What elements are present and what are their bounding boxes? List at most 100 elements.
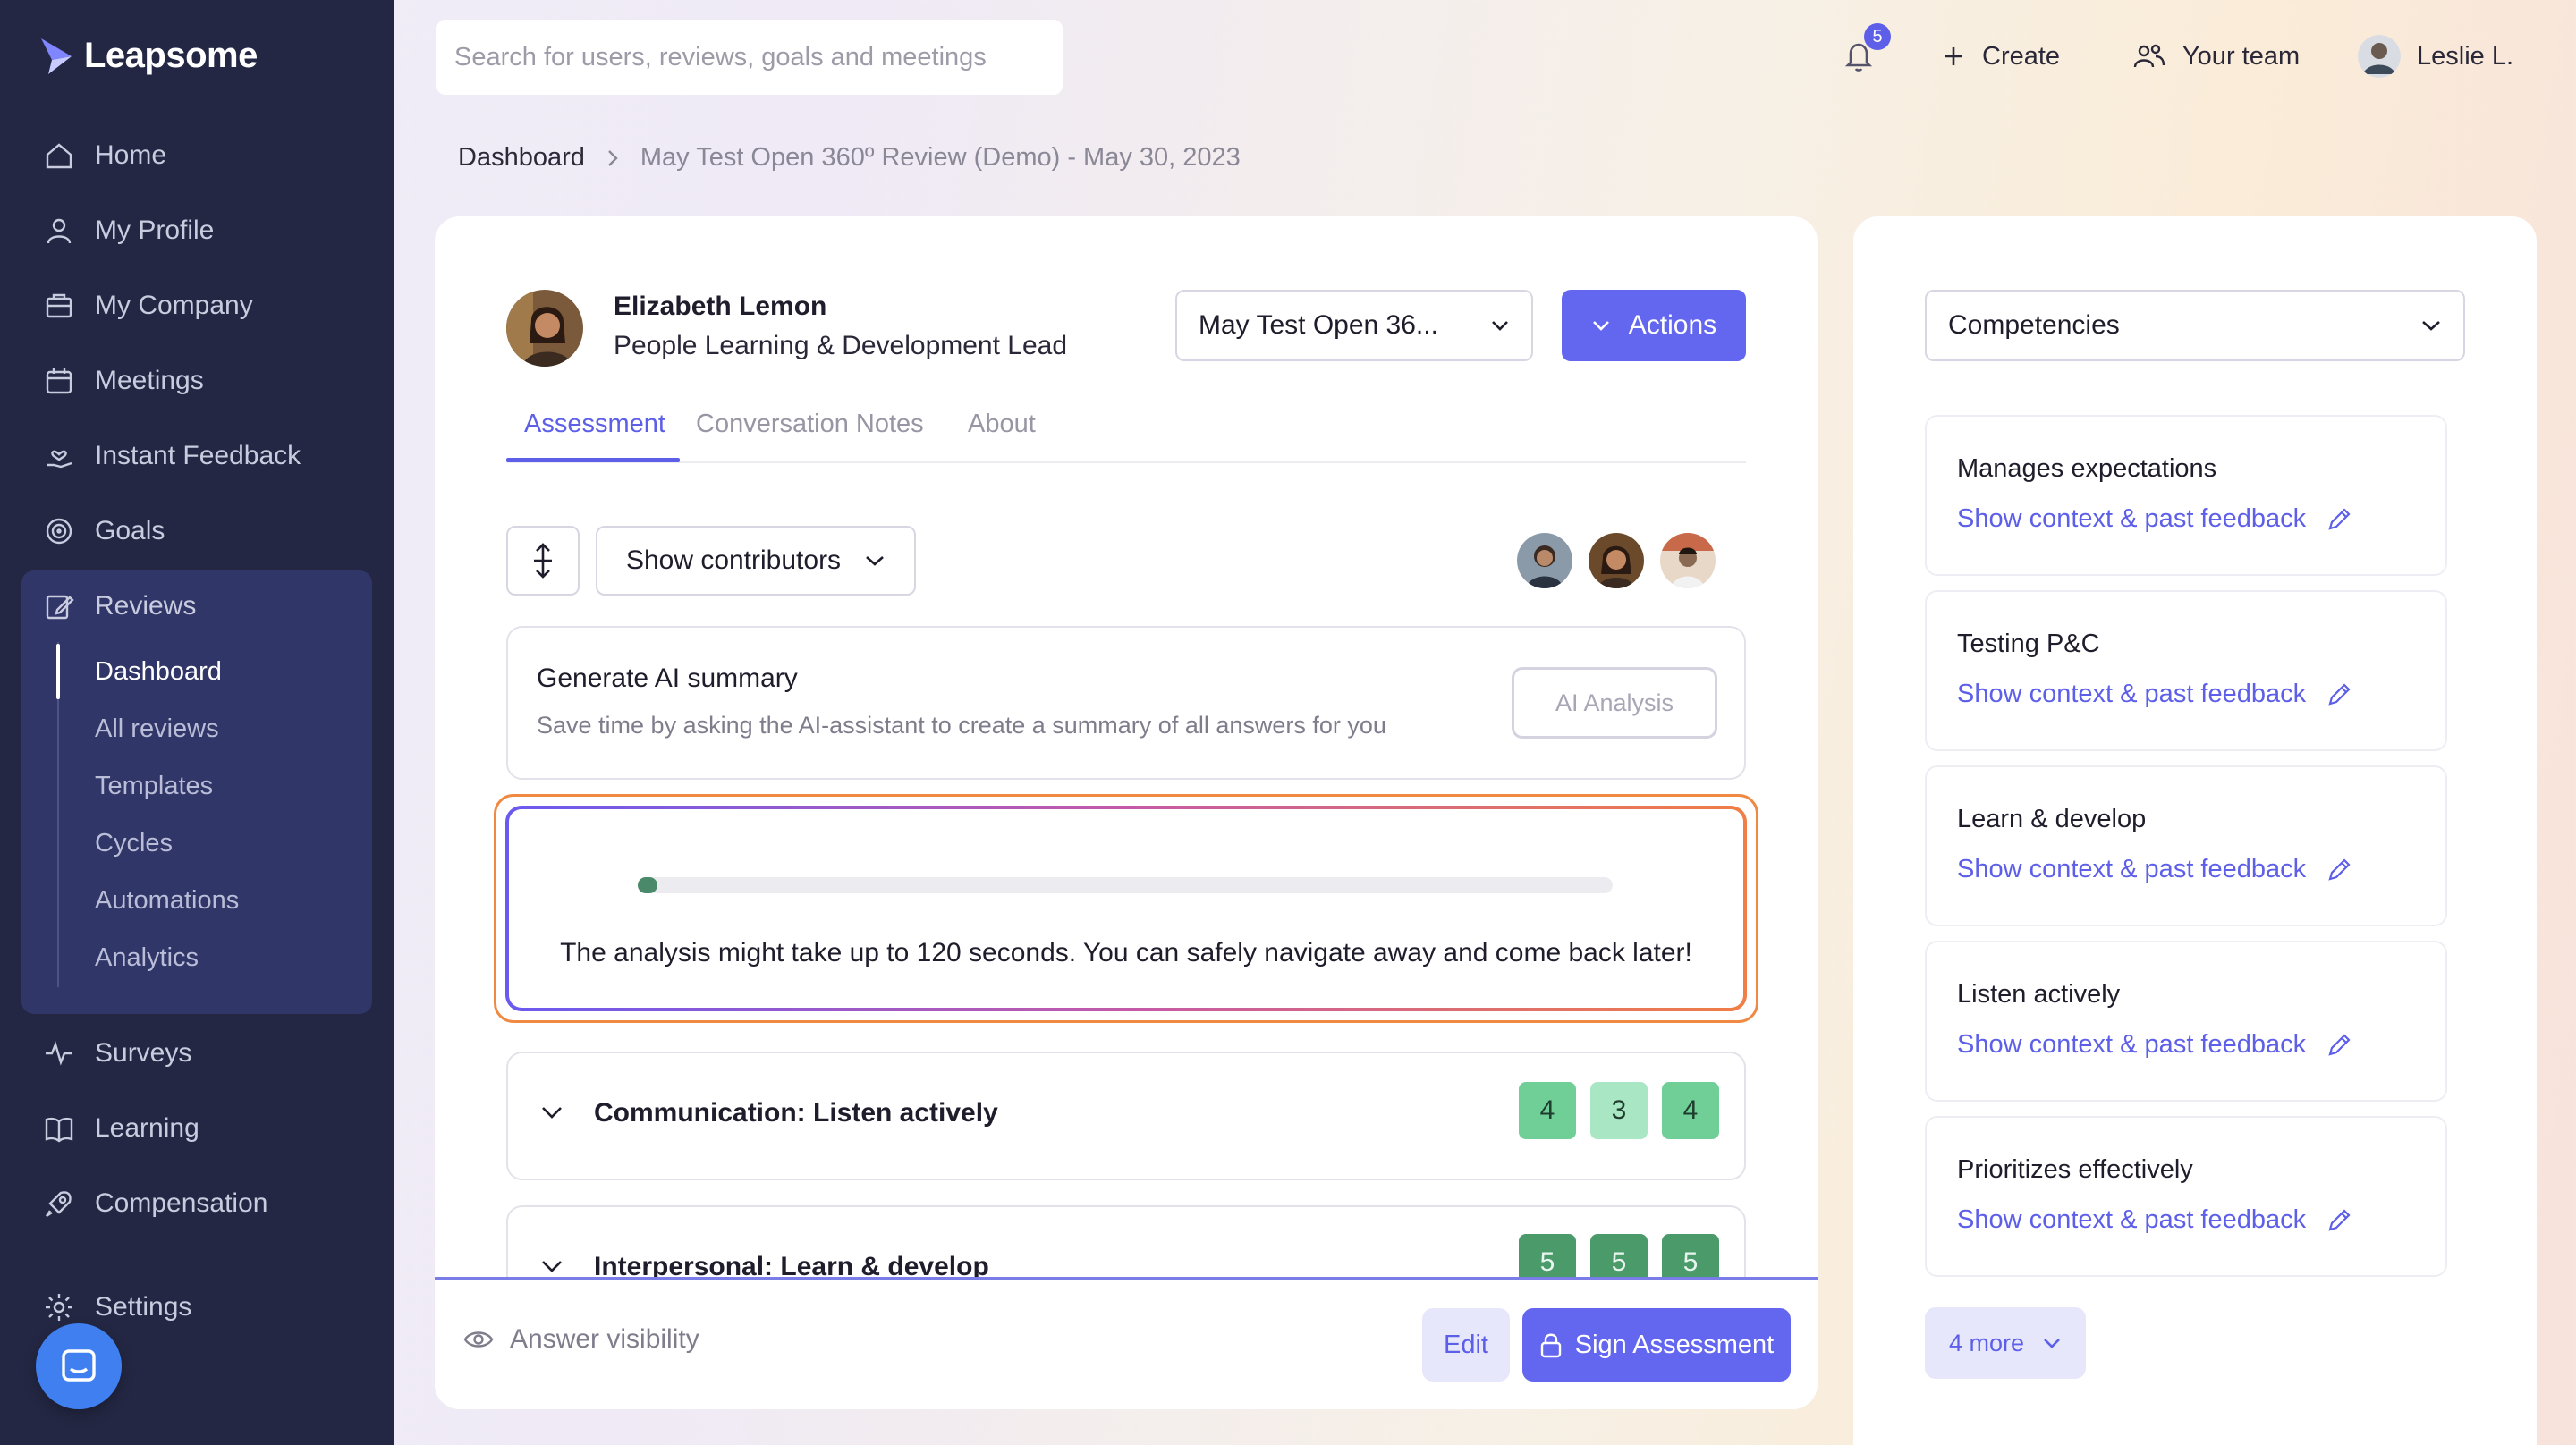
reviewee-role: People Learning & Development Lead: [614, 331, 1068, 360]
competency-row[interactable]: Communication: Listen actively 4 3 4: [506, 1052, 1746, 1180]
answer-visibility-button[interactable]: Answer visibility: [463, 1324, 699, 1355]
review-card: Elizabeth Lemon People Learning & Develo…: [435, 216, 1818, 1409]
logo[interactable]: Leapsome: [39, 36, 258, 76]
sidebar-item-label: Surveys: [95, 1038, 192, 1068]
sidebar-item-meetings[interactable]: Meetings: [43, 354, 204, 408]
sub-item-templates[interactable]: Templates: [95, 764, 213, 808]
sub-item-dashboard[interactable]: Dashboard: [95, 649, 222, 694]
sidebar-item-label: Home: [95, 140, 167, 170]
show-context-label: Show context & past feedback: [1957, 855, 2307, 883]
edit-button[interactable]: Edit: [1422, 1308, 1510, 1382]
sidebar-item-label: Compensation: [95, 1188, 268, 1218]
reviewee-name: Elizabeth Lemon: [614, 292, 827, 321]
review-footer: Answer visibility Edit Sign Assessment: [435, 1280, 1818, 1409]
expand-collapse-button[interactable]: [506, 526, 580, 596]
calendar-icon: [46, 368, 72, 394]
competency-card: Listen actively Show context & past feed…: [1925, 941, 2447, 1102]
sidebar-item-compensation[interactable]: Compensation: [43, 1177, 267, 1230]
analysis-message: The analysis might take up to 120 second…: [560, 938, 1692, 968]
show-context-link[interactable]: Show context & past feedback: [1957, 1205, 2352, 1235]
analysis-progress-inner: The analysis might take up to 120 second…: [505, 806, 1747, 1011]
sidebar-item-label: Meetings: [95, 366, 204, 395]
sidebar-item-label: Goals: [95, 516, 165, 545]
sidebar: Leapsome Home My Profile My Company Meet…: [0, 0, 394, 1445]
chevron-right-icon: [608, 149, 618, 166]
avatar: [2358, 35, 2401, 78]
breadcrumb: Dashboard May Test Open 360º Review (Dem…: [458, 143, 1241, 173]
home-icon: [46, 143, 72, 169]
competency-card-title: Manages expectations: [1957, 454, 2217, 483]
chevron-down-icon: [542, 1261, 562, 1272]
sidebar-item-learning[interactable]: Learning: [43, 1102, 199, 1155]
sidebar-item-goals[interactable]: Goals: [43, 504, 165, 558]
competencies-panel: Competencies Manages expectations Show c…: [1853, 216, 2537, 1445]
sidebar-item-home[interactable]: Home: [43, 129, 166, 182]
cycle-select-value: May Test Open 36...: [1199, 310, 1438, 340]
chevron-down-icon: [2044, 1339, 2060, 1348]
sidebar-item-my-company[interactable]: My Company: [43, 279, 253, 333]
ai-summary-panel: Generate AI summary Save time by asking …: [506, 626, 1746, 780]
search-placeholder: Search for users, reviews, goals and mee…: [454, 42, 987, 72]
app-name: Leapsome: [84, 36, 258, 75]
sign-assessment-label: Sign Assessment: [1574, 1330, 1775, 1359]
breadcrumb-current: May Test Open 360º Review (Demo) - May 3…: [640, 143, 1241, 172]
contributor-avatar[interactable]: [1660, 533, 1716, 588]
show-context-link[interactable]: Show context & past feedback: [1957, 504, 2352, 534]
sidebar-item-label: Learning: [95, 1113, 199, 1143]
contributor-avatar[interactable]: [1517, 533, 1572, 588]
book-icon: [45, 1117, 73, 1143]
show-contributors-button[interactable]: Show contributors: [596, 526, 916, 596]
competency-card-title: Learn & develop: [1957, 805, 2147, 833]
contributor-avatar[interactable]: [1589, 533, 1644, 588]
sign-assessment-button[interactable]: Sign Assessment: [1522, 1308, 1791, 1382]
sidebar-item-label: Instant Feedback: [95, 441, 301, 470]
competency-card: Prioritizes effectively Show context & p…: [1925, 1116, 2447, 1277]
show-context-link[interactable]: Show context & past feedback: [1957, 680, 2352, 709]
score-badge: 4: [1662, 1082, 1719, 1139]
show-context-link[interactable]: Show context & past feedback: [1957, 855, 2352, 884]
ai-analysis-button[interactable]: AI Analysis: [1512, 667, 1717, 739]
sidebar-item-my-profile[interactable]: My Profile: [43, 204, 214, 258]
competencies-select[interactable]: Competencies: [1925, 290, 2465, 361]
user-menu[interactable]: Leslie L.: [2358, 35, 2513, 78]
tab-about[interactable]: About: [968, 410, 1036, 439]
breadcrumb-dashboard-link[interactable]: Dashboard: [458, 143, 585, 173]
sidebar-item-label: My Company: [95, 291, 253, 320]
tab-assessment[interactable]: Assessment: [524, 410, 665, 439]
sub-item-analytics[interactable]: Analytics: [95, 935, 199, 980]
actions-button[interactable]: Actions: [1562, 290, 1746, 361]
support-chat-button[interactable]: [36, 1323, 122, 1409]
sub-item-automations[interactable]: Automations: [95, 878, 239, 923]
create-button[interactable]: Create: [1941, 36, 2060, 77]
sidebar-item-label: Reviews: [95, 591, 197, 621]
sidebar-item-instant-feedback[interactable]: Instant Feedback: [43, 429, 301, 483]
notification-count-badge: 5: [1864, 23, 1891, 50]
team-icon: [2133, 44, 2165, 68]
answer-visibility-label: Answer visibility: [510, 1324, 699, 1354]
sub-item-all-reviews[interactable]: All reviews: [95, 706, 219, 751]
sub-nav-active-indicator: [56, 644, 60, 699]
search-input[interactable]: Search for users, reviews, goals and mee…: [436, 20, 1063, 95]
your-team-button[interactable]: Your team: [2132, 36, 2300, 77]
sidebar-item-reviews[interactable]: Reviews: [43, 579, 196, 633]
leapsome-logo-icon: [41, 38, 72, 74]
your-team-label: Your team: [2182, 41, 2301, 71]
tab-conversation-notes[interactable]: Conversation Notes: [696, 410, 924, 439]
competency-card: Learn & develop Show context & past feed…: [1925, 765, 2447, 926]
analysis-progress-panel: The analysis might take up to 120 second…: [494, 794, 1758, 1023]
pencil-icon: [2328, 1033, 2351, 1056]
competency-card: Manages expectations Show context & past…: [1925, 415, 2447, 576]
chevron-down-icon: [2422, 321, 2440, 331]
cycle-select[interactable]: May Test Open 36...: [1175, 290, 1533, 361]
analysis-progress-fill: [638, 877, 657, 893]
show-context-link[interactable]: Show context & past feedback: [1957, 1030, 2352, 1060]
sidebar-item-label: My Profile: [95, 215, 215, 245]
sub-item-cycles[interactable]: Cycles: [95, 821, 173, 866]
building-icon: [46, 293, 72, 318]
competency-card-title: Prioritizes effectively: [1957, 1155, 2193, 1184]
competency-title: Communication: Listen actively: [594, 1098, 998, 1128]
show-more-button[interactable]: 4 more: [1925, 1307, 2086, 1379]
rocket-icon: [46, 1191, 72, 1217]
sidebar-item-surveys[interactable]: Surveys: [43, 1027, 191, 1080]
competency-card: Testing P&C Show context & past feedback: [1925, 590, 2447, 751]
